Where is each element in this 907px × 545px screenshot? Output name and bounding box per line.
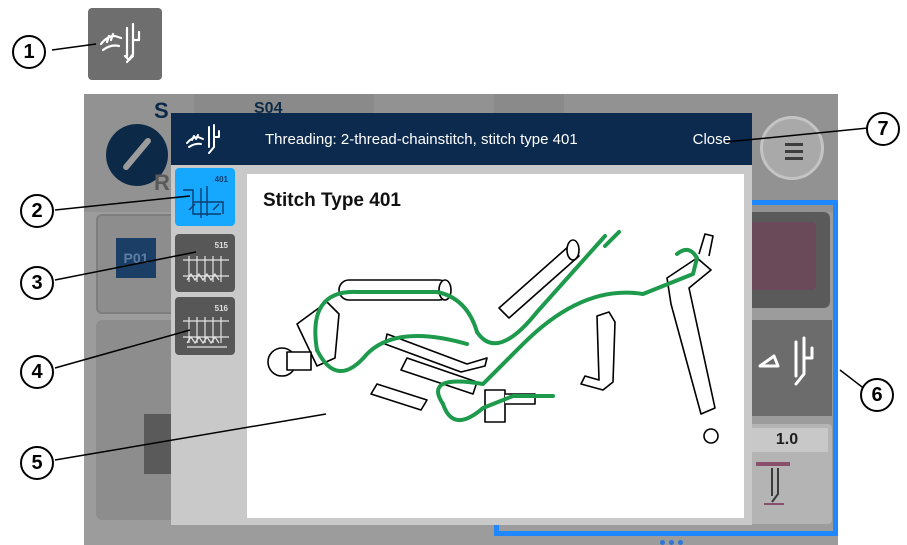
dialog-title: Threading: 2-thread-chainstitch, stitch …	[265, 131, 578, 148]
trash-icon[interactable]	[144, 414, 174, 474]
stitch-type-thumbnail-515[interactable]: 515	[175, 234, 235, 292]
stitch-type-thumbnail-516[interactable]: 516	[175, 297, 235, 355]
close-button[interactable]: Close	[693, 131, 731, 148]
program-badge[interactable]: P01	[116, 238, 156, 278]
threading-button[interactable]	[88, 8, 162, 80]
threading-dialog: Threading: 2-thread-chainstitch, stitch …	[171, 113, 752, 525]
background-header-letter-2: R	[154, 170, 170, 195]
threading-hand-needle-icon	[186, 124, 220, 154]
threading-hand-needle-icon	[99, 22, 141, 64]
callout-4: 4	[20, 355, 54, 389]
callout-5: 5	[20, 446, 54, 480]
stitch-516-icon	[183, 317, 229, 348]
background-header-letter: S	[154, 98, 169, 123]
callout-3: 3	[20, 266, 54, 300]
callout-1: 1	[12, 35, 46, 69]
stitch-type-thumbnail-401[interactable]: 401	[175, 168, 235, 226]
stitch-401-icon	[183, 186, 224, 218]
callout-7: 7	[866, 112, 900, 146]
threading-diagram: Stitch Type 401	[247, 174, 744, 518]
callout-2: 2	[20, 194, 54, 228]
callout-6: 6	[860, 378, 894, 412]
threading-path-diagram	[267, 230, 719, 444]
dialog-header: Threading: 2-thread-chainstitch, stitch …	[171, 113, 752, 165]
hamburger-menu-icon[interactable]	[760, 116, 824, 180]
stitch-515-icon	[183, 256, 229, 282]
